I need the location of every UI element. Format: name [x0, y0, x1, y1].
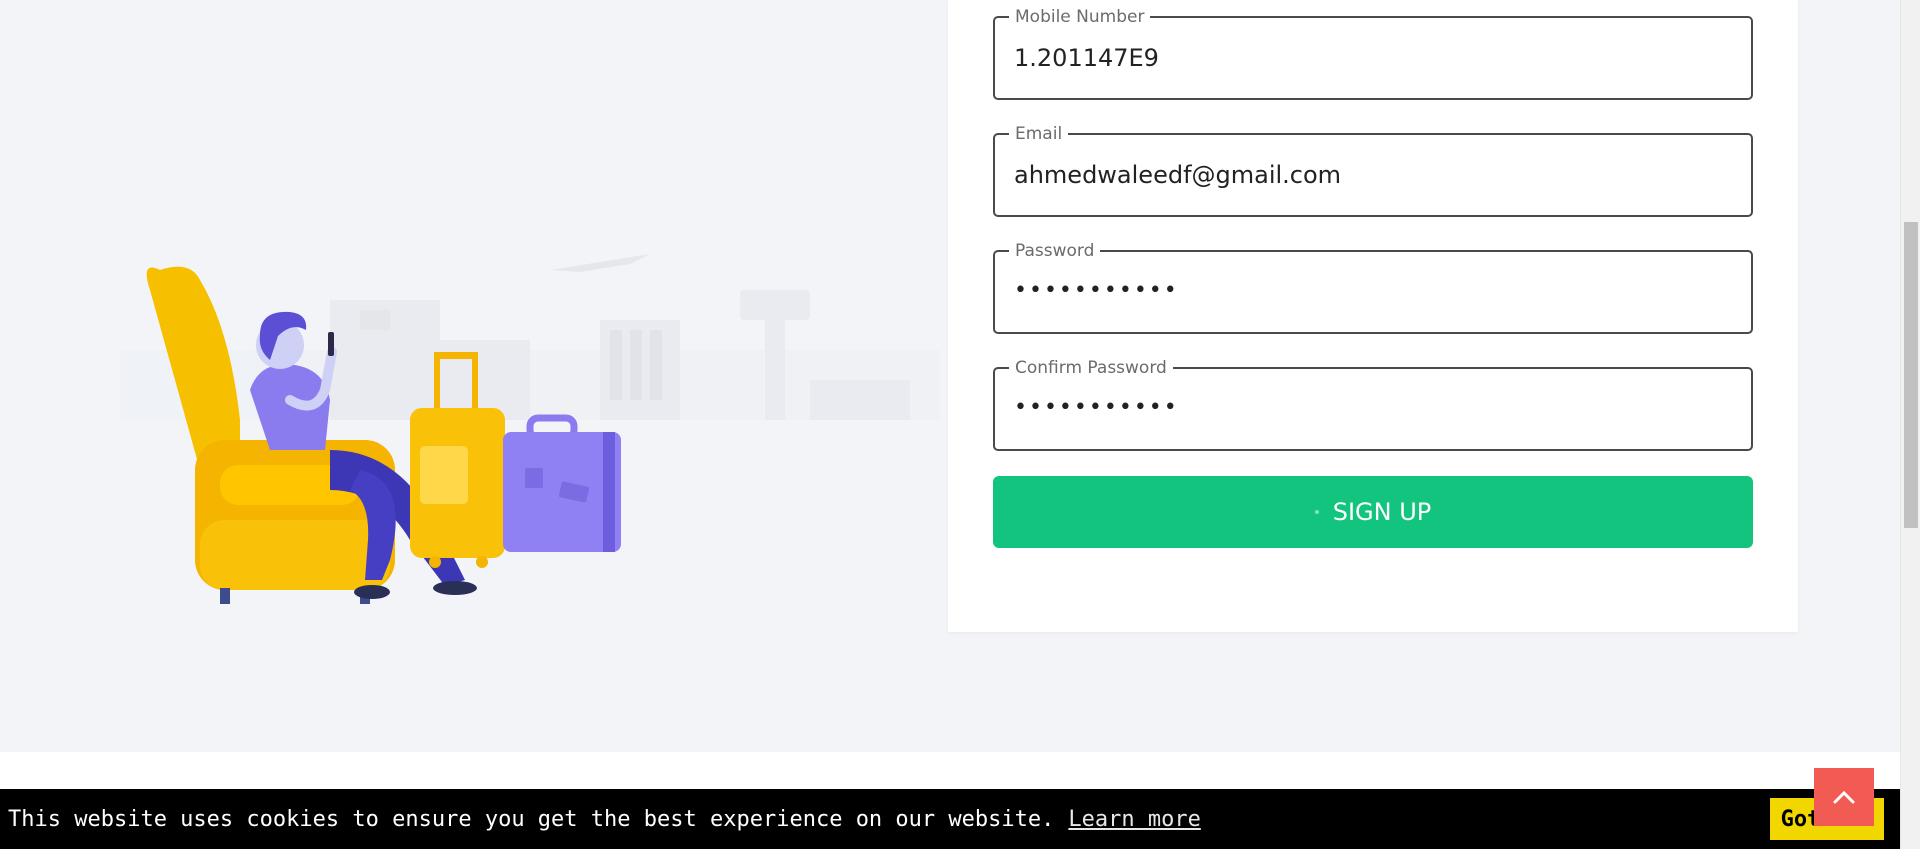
scrollbar-thumb[interactable]	[1904, 222, 1918, 528]
loading-spinner-icon	[1314, 510, 1319, 514]
password-field[interactable]: Password •••••••••••	[993, 241, 1753, 334]
sign-up-label: SIGN UP	[1332, 498, 1432, 526]
confirm-password-label: Confirm Password	[1009, 358, 1173, 378]
email-label: Email	[1009, 124, 1069, 144]
back-to-top-button[interactable]	[1814, 768, 1874, 826]
email-field[interactable]: Email ahmedwaleedf@gmail.com	[993, 124, 1753, 217]
confirm-password-value: •••••••••••	[1014, 395, 1179, 420]
traveler-waiting-illustration	[120, 254, 940, 604]
sign-up-button[interactable]: SIGN UP	[993, 476, 1753, 548]
mobile-number-value: 1.201147E9	[1014, 44, 1159, 72]
signup-form-card: Mobile Number 1.201147E9 Email ahmedwale…	[948, 0, 1798, 632]
chevron-up-icon	[1833, 790, 1855, 804]
page-scrollbar[interactable]	[1900, 0, 1920, 849]
page: Mobile Number 1.201147E9 Email ahmedwale…	[0, 0, 1900, 849]
confirm-password-field[interactable]: Confirm Password •••••••••••	[993, 358, 1753, 451]
password-value: •••••••••••	[1014, 278, 1179, 303]
learn-more-link[interactable]: Learn more	[1068, 807, 1200, 832]
cookie-banner: This website uses cookies to ensure you …	[0, 789, 1900, 849]
email-value: ahmedwaleedf@gmail.com	[1014, 161, 1342, 189]
mobile-number-label: Mobile Number	[1009, 7, 1151, 27]
password-label: Password	[1009, 241, 1101, 261]
footer-band	[0, 752, 1900, 790]
mobile-number-field[interactable]: Mobile Number 1.201147E9	[993, 7, 1753, 100]
cookie-message: This website uses cookies to ensure you …	[8, 806, 1055, 832]
